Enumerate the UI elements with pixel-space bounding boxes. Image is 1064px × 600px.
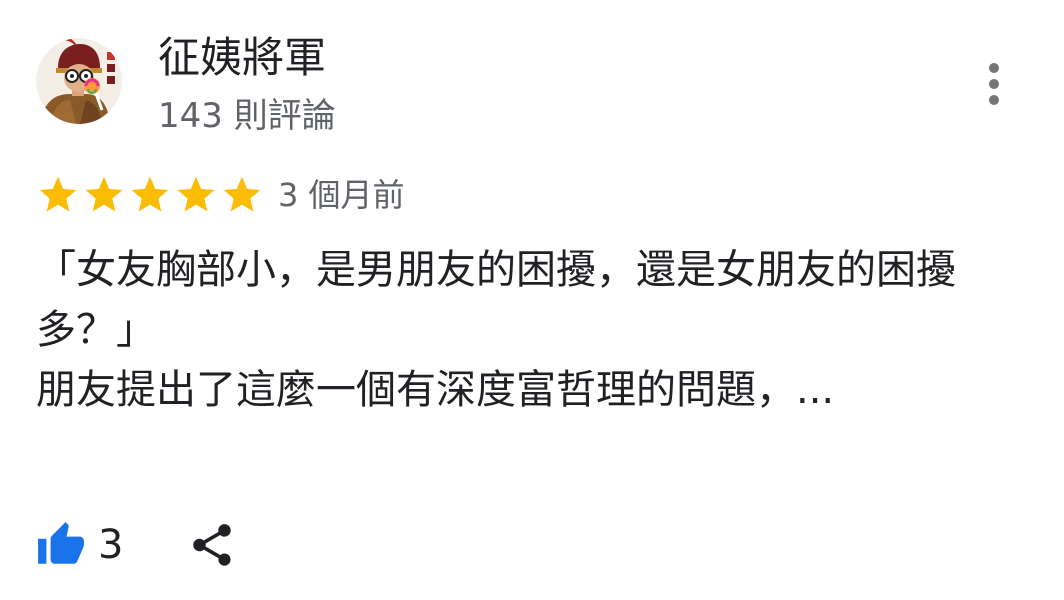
thumbs-up-icon — [38, 522, 84, 564]
star-rating — [36, 173, 266, 217]
general-portrait-avatar-icon — [36, 38, 122, 124]
star-icon — [223, 176, 261, 212]
like-count: 3 — [98, 522, 124, 568]
star-icon — [177, 176, 215, 212]
rating-row: 3 個月前 — [36, 172, 405, 218]
share-button[interactable] — [187, 520, 237, 570]
review-text-line: 朋友提出了這麼一個有深度富哲理的問題，... — [36, 367, 835, 413]
avatar[interactable] — [36, 38, 122, 124]
action-row: 3 — [36, 516, 237, 574]
author-name[interactable]: 征姨將軍 — [158, 32, 326, 84]
more-vertical-icon — [989, 63, 999, 105]
share-icon — [193, 524, 232, 566]
review-time: 3 個月前 — [278, 176, 405, 214]
star-icon — [39, 176, 77, 212]
star-icon — [85, 176, 123, 212]
more-options-button[interactable] — [972, 58, 1016, 110]
star-icon — [131, 176, 169, 212]
author-review-count: 143 則評論 — [158, 96, 336, 136]
like-button[interactable]: 3 — [36, 516, 123, 574]
review-text-line: 「女友胸部小，是男朋友的困擾，還是女朋友的困擾多？」 — [36, 247, 956, 353]
review-text[interactable]: 「女友胸部小，是男朋友的困擾，還是女朋友的困擾多？」 朋友提出了這麼一個有深度富… — [36, 240, 1036, 420]
